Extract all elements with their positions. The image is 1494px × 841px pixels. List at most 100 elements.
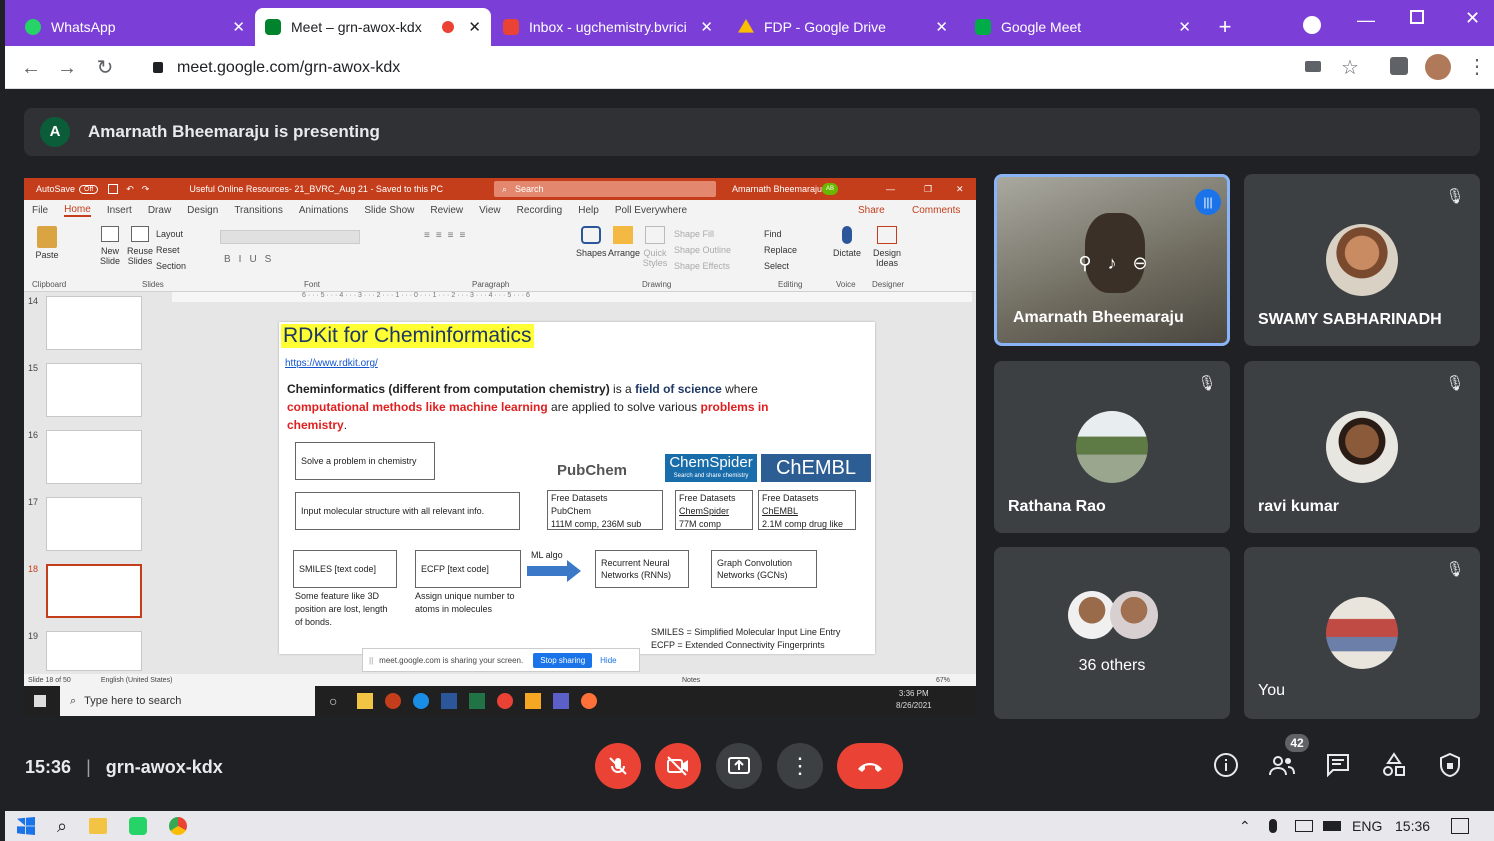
menu-draw[interactable]: Draw	[148, 205, 171, 216]
meeting-details-button[interactable]	[1211, 750, 1241, 780]
word-icon[interactable]	[441, 693, 458, 709]
design-ideas-button[interactable]: Design Ideas	[870, 226, 904, 268]
star-icon[interactable]: ☆	[1341, 55, 1359, 80]
ppt-close-icon[interactable]: ✕	[956, 184, 964, 195]
leave-call-button[interactable]	[837, 743, 903, 789]
rdkit-link[interactable]: https://www.rdkit.org/	[285, 358, 378, 369]
paragraph-buttons[interactable]: ≡≡≡≡	[424, 230, 554, 244]
close-icon[interactable]: ✕	[1178, 18, 1191, 36]
notifications-icon[interactable]	[1451, 818, 1469, 834]
camera-icon[interactable]	[1305, 61, 1321, 72]
profile-avatar[interactable]	[1425, 54, 1451, 80]
mic-toggle-button[interactable]	[595, 743, 641, 789]
share-button[interactable]: Share	[858, 205, 885, 216]
people-button[interactable]	[1267, 750, 1297, 780]
others-tile[interactable]: 36 others	[994, 547, 1230, 719]
more-options-button[interactable]: ⋮	[777, 743, 823, 789]
select-button[interactable]: Select	[764, 258, 797, 274]
drag-handle-icon[interactable]: ||	[369, 656, 373, 665]
firefox-icon[interactable]	[581, 693, 598, 709]
app-icon[interactable]	[525, 693, 542, 709]
self-tile[interactable]: 🎙︎ You	[1244, 547, 1480, 719]
remote-search-box[interactable]: ⌕ Type here to search	[60, 686, 315, 716]
edge-icon[interactable]	[413, 693, 430, 709]
chrome-icon[interactable]	[497, 693, 514, 709]
stop-sharing-button[interactable]: Stop sharing	[533, 652, 593, 668]
language-indicator[interactable]: ENG	[1352, 818, 1382, 834]
present-screen-button[interactable]	[716, 743, 762, 789]
menu-help[interactable]: Help	[578, 205, 599, 216]
shape-effects-button[interactable]: Shape Effects	[674, 258, 731, 274]
extensions-icon[interactable]	[1390, 57, 1408, 75]
ppt-minimize-icon[interactable]: —	[886, 184, 895, 194]
minimize-icon[interactable]: —	[1357, 10, 1375, 31]
close-icon[interactable]: ✕	[700, 18, 713, 36]
tab-google-meet[interactable]: Google Meet ✕	[965, 8, 1201, 46]
file-explorer-icon[interactable]	[357, 693, 374, 709]
search-icon[interactable]: ⌕	[57, 816, 67, 837]
chrome-icon[interactable]	[169, 817, 188, 835]
menu-transitions[interactable]: Transitions	[234, 205, 283, 216]
slide-canvas[interactable]: RDKit for Cheminformatics https://www.rd…	[279, 322, 875, 654]
back-arrow-icon[interactable]: ←	[19, 56, 43, 80]
system-clock[interactable]: 15:36	[1395, 818, 1430, 834]
arrange-button[interactable]: Arrange	[608, 226, 640, 258]
chevron-up-icon[interactable]: ⌃	[1239, 818, 1251, 835]
font-format-buttons[interactable]: BIUS	[224, 254, 279, 265]
menu-insert[interactable]: Insert	[107, 205, 132, 216]
participant-tile[interactable]: 🎙︎ SWAMY SABHARINADH	[1244, 174, 1480, 346]
save-icon[interactable]	[108, 184, 119, 194]
reset-button[interactable]: Reset	[156, 242, 186, 258]
restore-icon[interactable]	[1410, 10, 1424, 24]
menu-kebab-icon[interactable]: ⋮	[1467, 54, 1487, 79]
shape-outline-button[interactable]: Shape Outline	[674, 242, 731, 258]
new-slide-button[interactable]: New Slide	[96, 226, 124, 266]
menu-home[interactable]: Home	[64, 204, 91, 217]
close-icon[interactable]: ✕	[935, 18, 948, 36]
quick-styles-button[interactable]: Quick Styles	[640, 226, 670, 268]
windows-start-icon[interactable]	[17, 817, 35, 835]
tab-drive[interactable]: FDP - Google Drive ✕	[728, 8, 958, 46]
dictate-button[interactable]: Dictate	[832, 226, 862, 258]
slide-thumbnail[interactable]	[46, 430, 142, 484]
battery-icon[interactable]	[1323, 821, 1341, 831]
ppt-restore-icon[interactable]: ❐	[924, 184, 932, 195]
paste-button[interactable]: Paste	[32, 226, 62, 260]
ppt-search-box[interactable]: ⌕ Search	[494, 181, 716, 197]
remove-icon[interactable]: ⊖	[1133, 253, 1148, 274]
notes-button[interactable]: Notes	[682, 677, 700, 684]
slide-thumbnail[interactable]	[46, 497, 142, 551]
menu-animations[interactable]: Animations	[299, 205, 348, 216]
new-tab-button[interactable]: +	[1210, 12, 1240, 42]
pin-icon[interactable]: ⚲	[1078, 253, 1091, 274]
excel-icon[interactable]	[469, 693, 486, 709]
menu-review[interactable]: Review	[430, 205, 463, 216]
window-close-icon[interactable]: ✕	[1465, 8, 1480, 29]
network-icon[interactable]	[1295, 820, 1313, 832]
menu-poll-everywhere[interactable]: Poll Everywhere	[615, 205, 687, 216]
participant-tile-presenter[interactable]: ||| ⚲ ♪ ⊖ Amarnath Bheemaraju	[994, 174, 1230, 346]
section-button[interactable]: Section	[156, 258, 186, 274]
menu-file[interactable]: File	[32, 205, 48, 216]
menu-recording[interactable]: Recording	[517, 205, 563, 216]
participant-tile[interactable]: 🎙︎ Rathana Rao	[994, 361, 1230, 533]
autosave-toggle[interactable]: Off	[79, 184, 99, 194]
slide-thumbnail[interactable]	[46, 296, 142, 350]
file-explorer-icon[interactable]	[89, 818, 108, 834]
host-controls-button[interactable]	[1435, 750, 1465, 780]
whatsapp-icon[interactable]	[129, 817, 148, 835]
chat-button[interactable]	[1323, 750, 1353, 780]
reload-icon[interactable]: ↻	[93, 56, 117, 80]
close-icon[interactable]: ✕	[468, 18, 481, 36]
close-icon[interactable]: ✕	[232, 18, 245, 36]
slide-thumbnail-selected[interactable]	[46, 564, 142, 618]
find-button[interactable]: Find	[764, 226, 797, 242]
hide-button[interactable]: Hide	[600, 656, 616, 665]
slide-thumbnail[interactable]	[46, 631, 142, 671]
tab-meet[interactable]: Meet – grn-awox-kdx ✕	[255, 8, 491, 46]
replace-button[interactable]: Replace	[764, 242, 797, 258]
address-bar[interactable]: meet.google.com/grn-awox-kdx	[143, 50, 1343, 85]
tab-search-icon[interactable]	[1303, 16, 1321, 34]
slide-thumbnail[interactable]	[46, 363, 142, 417]
camera-toggle-button[interactable]	[655, 743, 701, 789]
